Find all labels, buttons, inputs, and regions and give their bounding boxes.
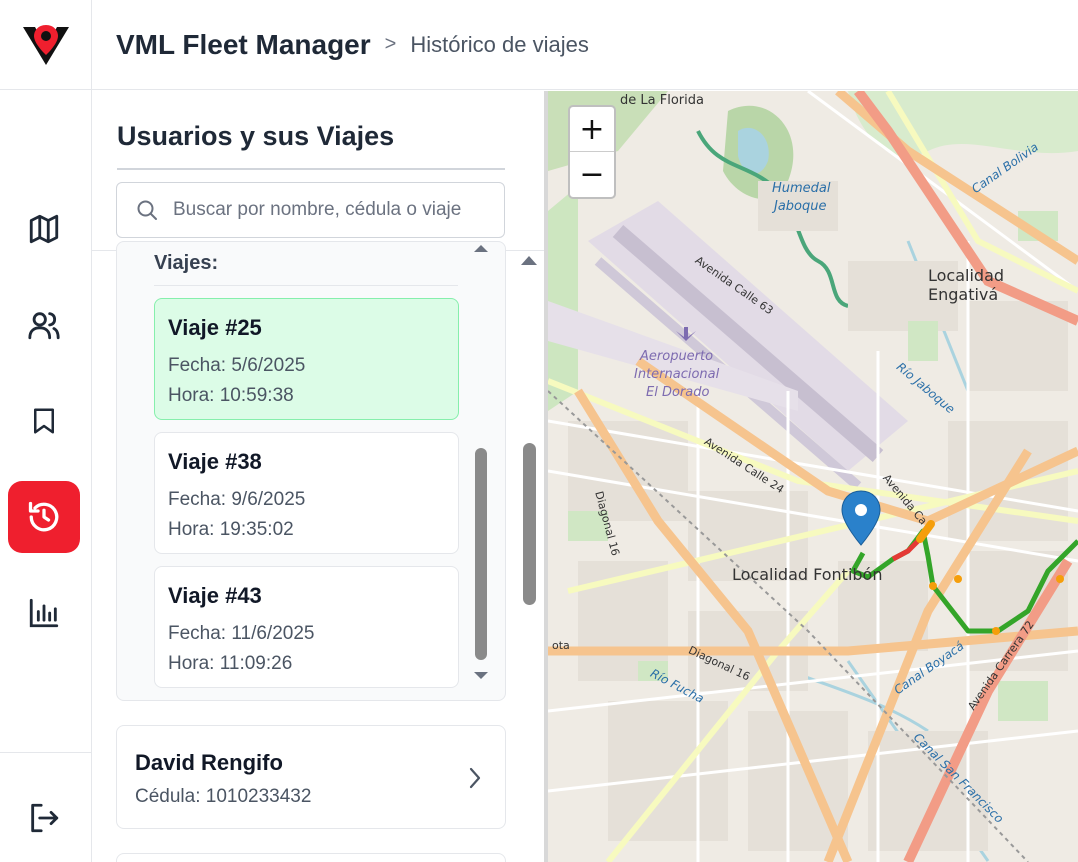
- history-icon: [28, 501, 59, 532]
- user-card[interactable]: David Rengifo Cédula: 1010233432: [116, 725, 506, 829]
- breadcrumb-separator: >: [384, 33, 397, 55]
- trip-date: Fecha: 11/6/2025: [168, 623, 315, 644]
- sidebar-divider: [0, 752, 91, 753]
- trip-item[interactable]: Viaje #43 Fecha: 11/6/2025 Hora: 11:09:2…: [154, 566, 459, 688]
- map[interactable]: + − de La Florida Humedal Jaboque Canal …: [544, 91, 1078, 862]
- map-label-engativa: Localidad Engativá: [928, 266, 1005, 304]
- trip-name: Viaje #43: [168, 583, 262, 608]
- map-label-jaboque: Jaboque: [774, 199, 827, 214]
- bar-chart-icon: [29, 598, 59, 628]
- logo-icon: [22, 24, 69, 65]
- logout-icon: [31, 803, 59, 833]
- map-label-ota: ota: [552, 639, 570, 652]
- users-icon: [28, 312, 60, 340]
- trip-name: Viaje #38: [168, 449, 262, 474]
- chevron-right-icon: [469, 767, 481, 789]
- search-input[interactable]: [173, 199, 483, 221]
- inner-scroll-up-arrow[interactable]: [474, 245, 488, 252]
- app-root: VML Fleet Manager > Histórico de viajes …: [0, 0, 1078, 862]
- trip-time: Hora: 11:09:26: [168, 653, 293, 674]
- scrollbar-thumb[interactable]: [523, 443, 536, 605]
- search-box[interactable]: [116, 182, 505, 238]
- scroll-up-arrow[interactable]: [521, 256, 537, 265]
- app-title: VML Fleet Manager: [116, 28, 371, 60]
- trips-label: Viajes:: [154, 252, 219, 274]
- map-label-fontibon: Localidad Fontibón: [732, 565, 883, 584]
- trip-date: Fecha: 9/6/2025: [168, 489, 306, 510]
- sidebar-item-map[interactable]: [8, 193, 80, 265]
- header: VML Fleet Manager > Histórico de viajes: [92, 0, 1078, 90]
- map-label-humedal: Humedal: [772, 181, 831, 196]
- trip-date: Fecha: 5/6/2025: [168, 355, 306, 376]
- sidebar: [0, 0, 92, 862]
- trip-item[interactable]: Viaje #25 Fecha: 5/6/2025 Hora: 10:59:38: [154, 298, 459, 420]
- sidebar-item-stats[interactable]: [8, 577, 80, 649]
- breadcrumb: Histórico de viajes: [410, 31, 589, 57]
- user-id: Cédula: 1010233432: [135, 786, 312, 807]
- user-name: David Rengifo: [135, 750, 283, 775]
- user-trips-expanded: Viajes: Viaje #25 Fecha: 5/6/2025 Hora: …: [116, 241, 506, 701]
- panel-title: Usuarios y sus Viajes: [117, 121, 395, 151]
- sidebar-item-saved[interactable]: [8, 385, 80, 457]
- sidebar-item-history[interactable]: [8, 481, 80, 553]
- inner-scrollbar-thumb[interactable]: [475, 448, 487, 660]
- map-label-internacional: Internacional: [634, 367, 720, 382]
- zoom-out-button[interactable]: −: [570, 152, 614, 197]
- user-card[interactable]: [116, 853, 506, 862]
- trip-name: Viaje #25: [168, 315, 262, 340]
- zoom-control: + −: [568, 105, 616, 199]
- search-icon: [137, 200, 157, 220]
- logout-button[interactable]: [8, 782, 80, 854]
- trip-time: Hora: 19:35:02: [168, 519, 294, 540]
- trip-item[interactable]: Viaje #38 Fecha: 9/6/2025 Hora: 19:35:02: [154, 432, 459, 554]
- title-divider: [117, 168, 505, 170]
- map-icon: [29, 214, 59, 244]
- logo[interactable]: [0, 0, 91, 90]
- bookmark-icon: [34, 408, 54, 434]
- map-label-la-florida: de La Florida: [620, 93, 704, 108]
- users-trips-panel: Usuarios y sus Viajes Viajes: Viaje #25 …: [92, 91, 544, 862]
- map-label-el-dorado: El Dorado: [646, 385, 710, 400]
- trip-time: Hora: 10:59:38: [168, 385, 294, 406]
- inner-scroll-down-arrow[interactable]: [474, 672, 488, 679]
- trips-divider: [154, 285, 458, 286]
- sidebar-item-users[interactable]: [8, 289, 80, 361]
- zoom-in-button[interactable]: +: [570, 107, 614, 152]
- map-label-aeropuerto: Aeropuerto: [640, 349, 714, 364]
